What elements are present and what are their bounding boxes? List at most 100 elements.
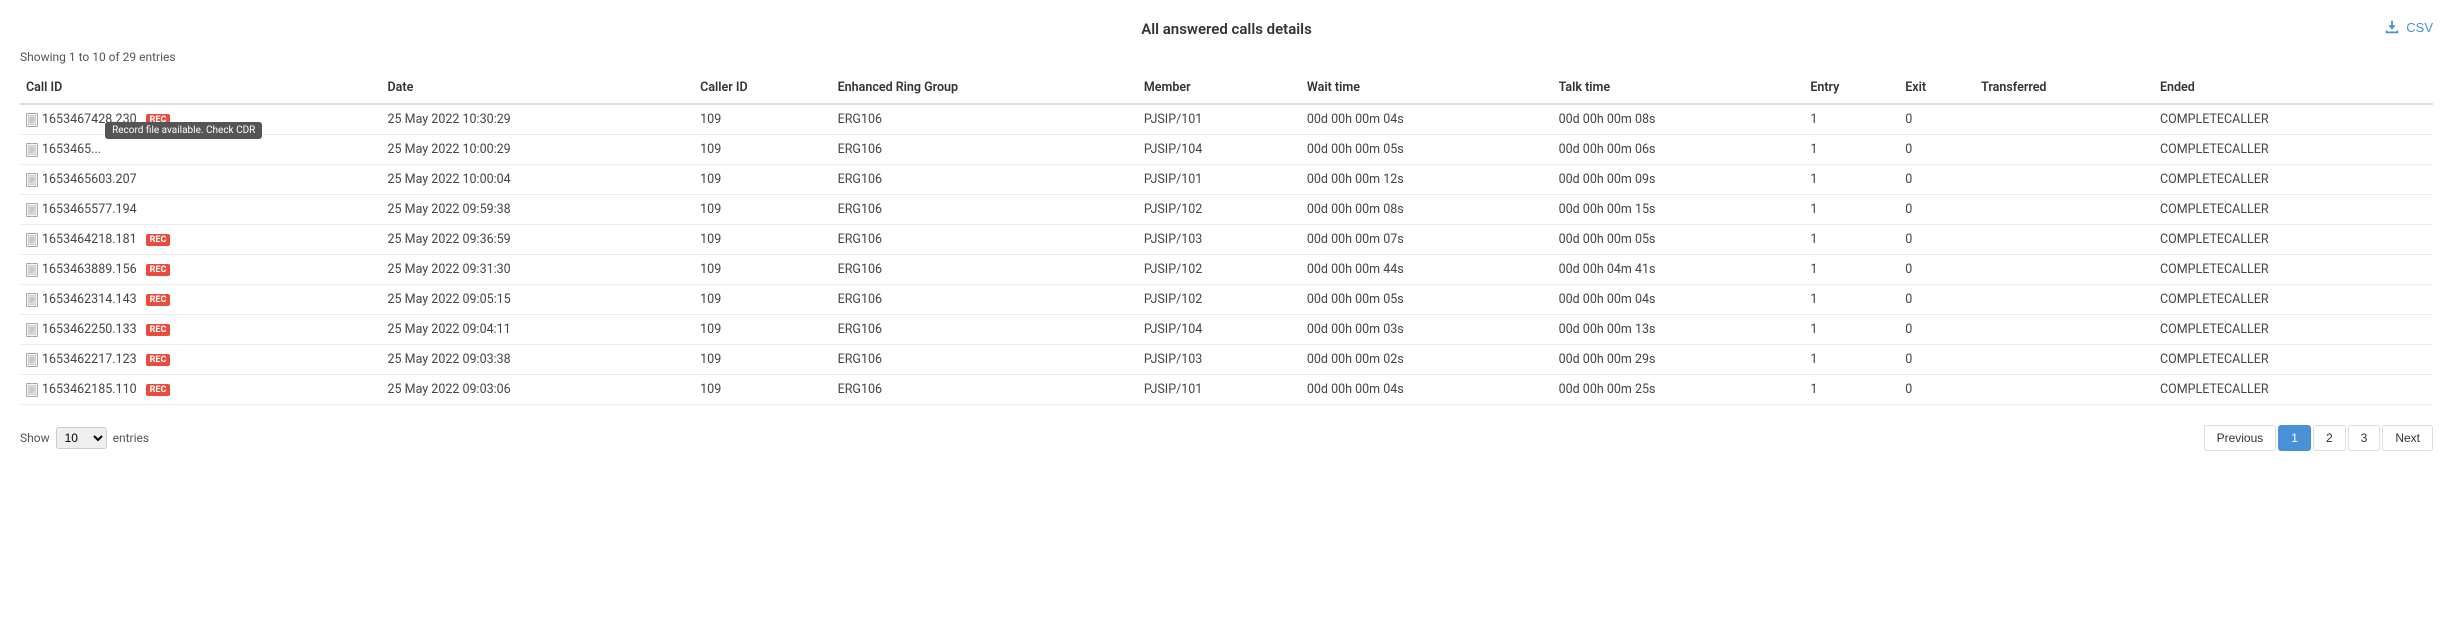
cell-erg: ERG106 — [832, 195, 1138, 225]
cell-exit: 0 — [1899, 285, 1975, 315]
cell-ended: COMPLETECALLER — [2154, 165, 2433, 195]
cell-talk: 00d 00h 00m 09s — [1553, 165, 1805, 195]
table-row: 1653462314.143REC25 May 2022 09:05:15109… — [20, 285, 2433, 315]
cell-transferred — [1975, 135, 2154, 165]
cell-call-id: 1653462250.133REC — [20, 315, 382, 345]
page-title: All answered calls details — [1141, 20, 1312, 38]
cell-erg: ERG106 — [832, 255, 1138, 285]
cell-transferred — [1975, 315, 2154, 345]
cell-wait: 00d 00h 00m 44s — [1301, 255, 1553, 285]
call-id-text: 1653463889.156 — [42, 262, 137, 277]
cell-caller-id: 109 — [694, 195, 831, 225]
cell-wait: 00d 00h 00m 05s — [1301, 285, 1553, 315]
table-row: 1653465577.194 25 May 2022 09:59:38109ERG… — [20, 195, 2433, 225]
cell-wait: 00d 00h 00m 05s — [1301, 135, 1553, 165]
cell-erg: ERG106 — [832, 285, 1138, 315]
rec-badge: REC — [146, 234, 171, 246]
call-id-text: 1653464218.181 — [42, 232, 137, 247]
file-icon — [26, 293, 38, 307]
cell-caller-id: 109 — [694, 225, 831, 255]
file-icon — [26, 113, 38, 127]
cell-entry: 1 — [1804, 285, 1899, 315]
cell-ended: COMPLETECALLER — [2154, 285, 2433, 315]
cell-caller-id: 109 — [694, 104, 831, 135]
call-id-text: 1653465577.194 — [42, 202, 137, 217]
cell-caller-id: 109 — [694, 315, 831, 345]
cell-transferred — [1975, 255, 2154, 285]
next-button[interactable]: Next — [2382, 425, 2433, 451]
cell-ended: COMPLETECALLER — [2154, 104, 2433, 135]
cell-entry: 1 — [1804, 345, 1899, 375]
cell-exit: 0 — [1899, 315, 1975, 345]
cell-date: 25 May 2022 09:31:30 — [382, 255, 695, 285]
cell-caller-id: 109 — [694, 375, 831, 405]
page-1-button[interactable]: 1 — [2278, 425, 2311, 451]
cell-member: PJSIP/102 — [1138, 255, 1301, 285]
file-icon — [26, 173, 38, 187]
cell-ended: COMPLETECALLER — [2154, 255, 2433, 285]
cell-call-id: 1653467428.230REC — [20, 104, 382, 135]
call-id-text: 1653462185.110 — [42, 382, 137, 397]
cell-member: PJSIP/102 — [1138, 285, 1301, 315]
rec-badge: REC — [146, 114, 171, 126]
cell-talk: 00d 00h 00m 13s — [1553, 315, 1805, 345]
cell-wait: 00d 00h 00m 12s — [1301, 165, 1553, 195]
cell-entry: 1 — [1804, 195, 1899, 225]
cell-date: 25 May 2022 10:30:29 — [382, 104, 695, 135]
rec-badge: REC — [146, 384, 171, 396]
cell-transferred — [1975, 285, 2154, 315]
csv-download-icon — [2383, 18, 2401, 36]
file-icon — [26, 353, 38, 367]
cell-date: 25 May 2022 09:03:06 — [382, 375, 695, 405]
cell-exit: 0 — [1899, 195, 1975, 225]
cell-date: 25 May 2022 09:59:38 — [382, 195, 695, 225]
cell-entry: 1 — [1804, 135, 1899, 165]
cell-talk: 00d 00h 00m 08s — [1553, 104, 1805, 135]
cell-talk: 00d 00h 04m 41s — [1553, 255, 1805, 285]
cell-erg: ERG106 — [832, 104, 1138, 135]
entries-info: Showing 1 to 10 of 29 entries — [20, 50, 2433, 64]
cell-wait: 00d 00h 00m 03s — [1301, 315, 1553, 345]
show-label: Show — [20, 431, 50, 445]
cell-member: PJSIP/104 — [1138, 135, 1301, 165]
cell-call-id: 1653464218.181 REC — [20, 225, 382, 255]
cell-call-id: 1653462314.143REC — [20, 285, 382, 315]
col-exit: Exit — [1899, 72, 1975, 104]
cell-call-id: 1653465603.207 — [20, 165, 382, 195]
cell-entry: 1 — [1804, 315, 1899, 345]
call-id-text: 1653462250.133 — [42, 322, 137, 337]
col-call-id: Call ID — [20, 72, 382, 104]
file-icon — [26, 323, 38, 337]
cell-caller-id: 109 — [694, 135, 831, 165]
cell-date: 25 May 2022 09:04:11 — [382, 315, 695, 345]
calls-table: Call ID Date Caller ID Enhanced Ring Gro… — [20, 72, 2433, 405]
cell-talk: 00d 00h 00m 04s — [1553, 285, 1805, 315]
call-id-text: 1653465603.207 — [42, 172, 137, 187]
cell-transferred — [1975, 225, 2154, 255]
cell-erg: ERG106 — [832, 225, 1138, 255]
col-caller-id: Caller ID — [694, 72, 831, 104]
cell-caller-id: 109 — [694, 345, 831, 375]
cell-ended: COMPLETECALLER — [2154, 315, 2433, 345]
cell-entry: 1 — [1804, 104, 1899, 135]
page-2-button[interactable]: 2 — [2313, 425, 2346, 451]
call-id-text: 1653465... — [42, 142, 101, 157]
cell-erg: ERG106 — [832, 135, 1138, 165]
entries-label: entries — [113, 431, 149, 445]
entries-per-page-select[interactable]: 102550100 — [56, 427, 107, 449]
cell-call-id: 1653462185.110 REC — [20, 375, 382, 405]
cell-date: 25 May 2022 10:00:29 — [382, 135, 695, 165]
cell-entry: 1 — [1804, 255, 1899, 285]
col-transferred: Transferred — [1975, 72, 2154, 104]
page-3-button[interactable]: 3 — [2348, 425, 2381, 451]
cell-member: PJSIP/102 — [1138, 195, 1301, 225]
table-row: 1653462185.110 REC 25 May 2022 09:03:06109… — [20, 375, 2433, 405]
cell-member: PJSIP/101 — [1138, 104, 1301, 135]
pagination: Previous 1 2 3 Next — [2204, 425, 2433, 451]
file-icon — [26, 203, 38, 217]
cell-wait: 00d 00h 00m 08s — [1301, 195, 1553, 225]
previous-button[interactable]: Previous — [2204, 425, 2277, 451]
csv-button[interactable]: CSV — [2383, 18, 2433, 36]
col-wait-time: Wait time — [1301, 72, 1553, 104]
cell-ended: COMPLETECALLER — [2154, 375, 2433, 405]
